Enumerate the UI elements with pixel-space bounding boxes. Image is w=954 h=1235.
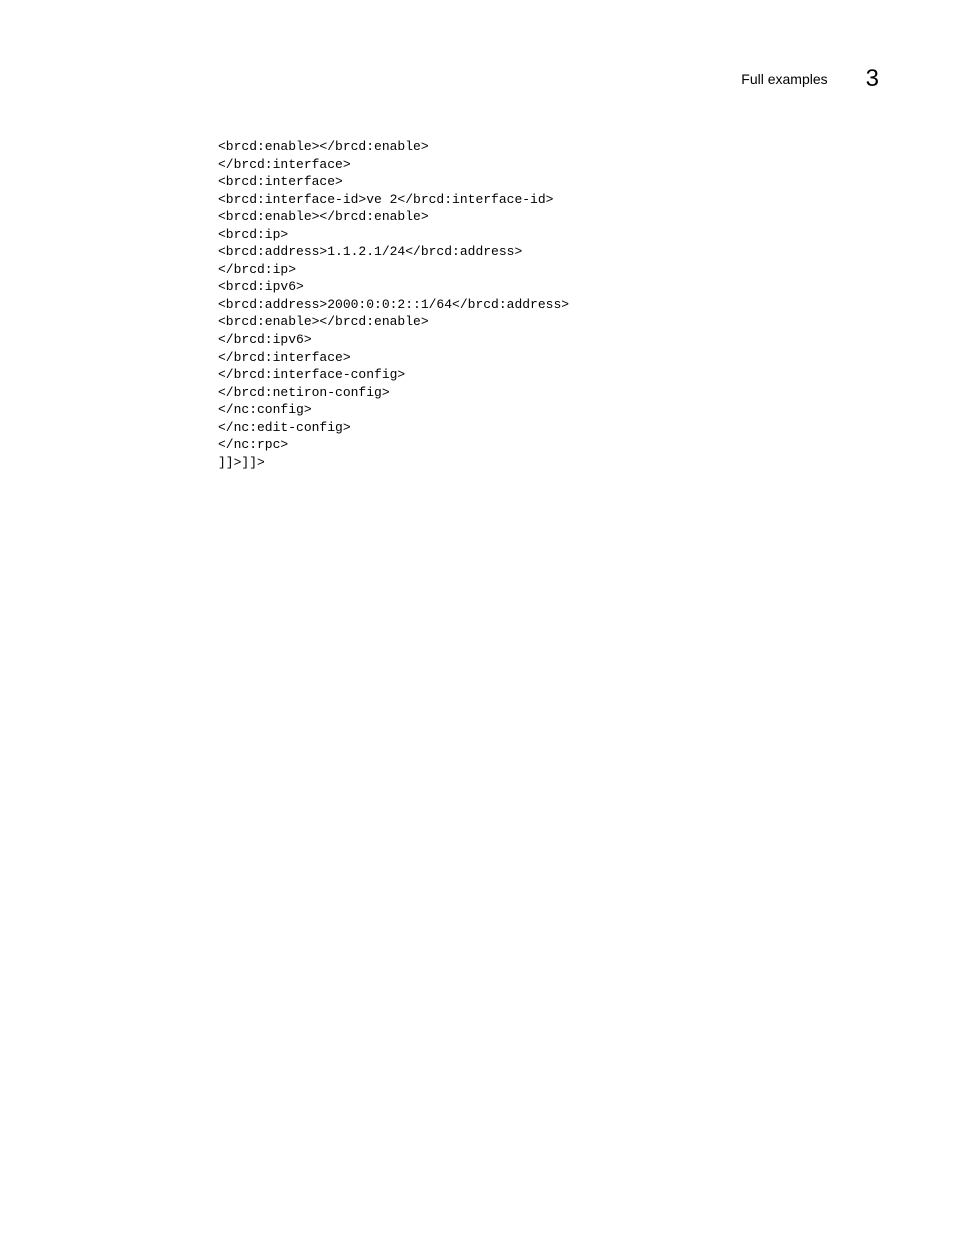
section-title: Full examples [741,71,827,87]
code-line: <brcd:interface> [218,174,343,189]
code-line: </nc:rpc> [218,437,288,452]
code-line: </brcd:interface> [218,350,351,365]
code-example: <brcd:enable></brcd:enable> </brcd:inter… [218,138,569,471]
code-line: <brcd:enable></brcd:enable> [218,314,429,329]
code-line: </nc:edit-config> [218,420,351,435]
code-line: </brcd:ip> [218,262,296,277]
code-line: </brcd:ipv6> [218,332,312,347]
code-line: </brcd:interface> [218,157,351,172]
chapter-number: 3 [866,65,879,93]
code-line: <brcd:address>2000:0:0:2::1/64</brcd:add… [218,297,569,312]
code-line: </brcd:interface-config> [218,367,405,382]
code-line: ]]>]]> [218,455,265,470]
code-line: <brcd:enable></brcd:enable> [218,139,429,154]
code-line: <brcd:ipv6> [218,279,304,294]
code-line: <brcd:address>1.1.2.1/24</brcd:address> [218,244,522,259]
code-line: </nc:config> [218,402,312,417]
code-line: <brcd:enable></brcd:enable> [218,209,429,224]
code-line: <brcd:interface-id>ve 2</brcd:interface-… [218,192,553,207]
page-header: Full examples 3 [741,65,879,93]
code-line: </brcd:netiron-config> [218,385,390,400]
code-line: <brcd:ip> [218,227,288,242]
